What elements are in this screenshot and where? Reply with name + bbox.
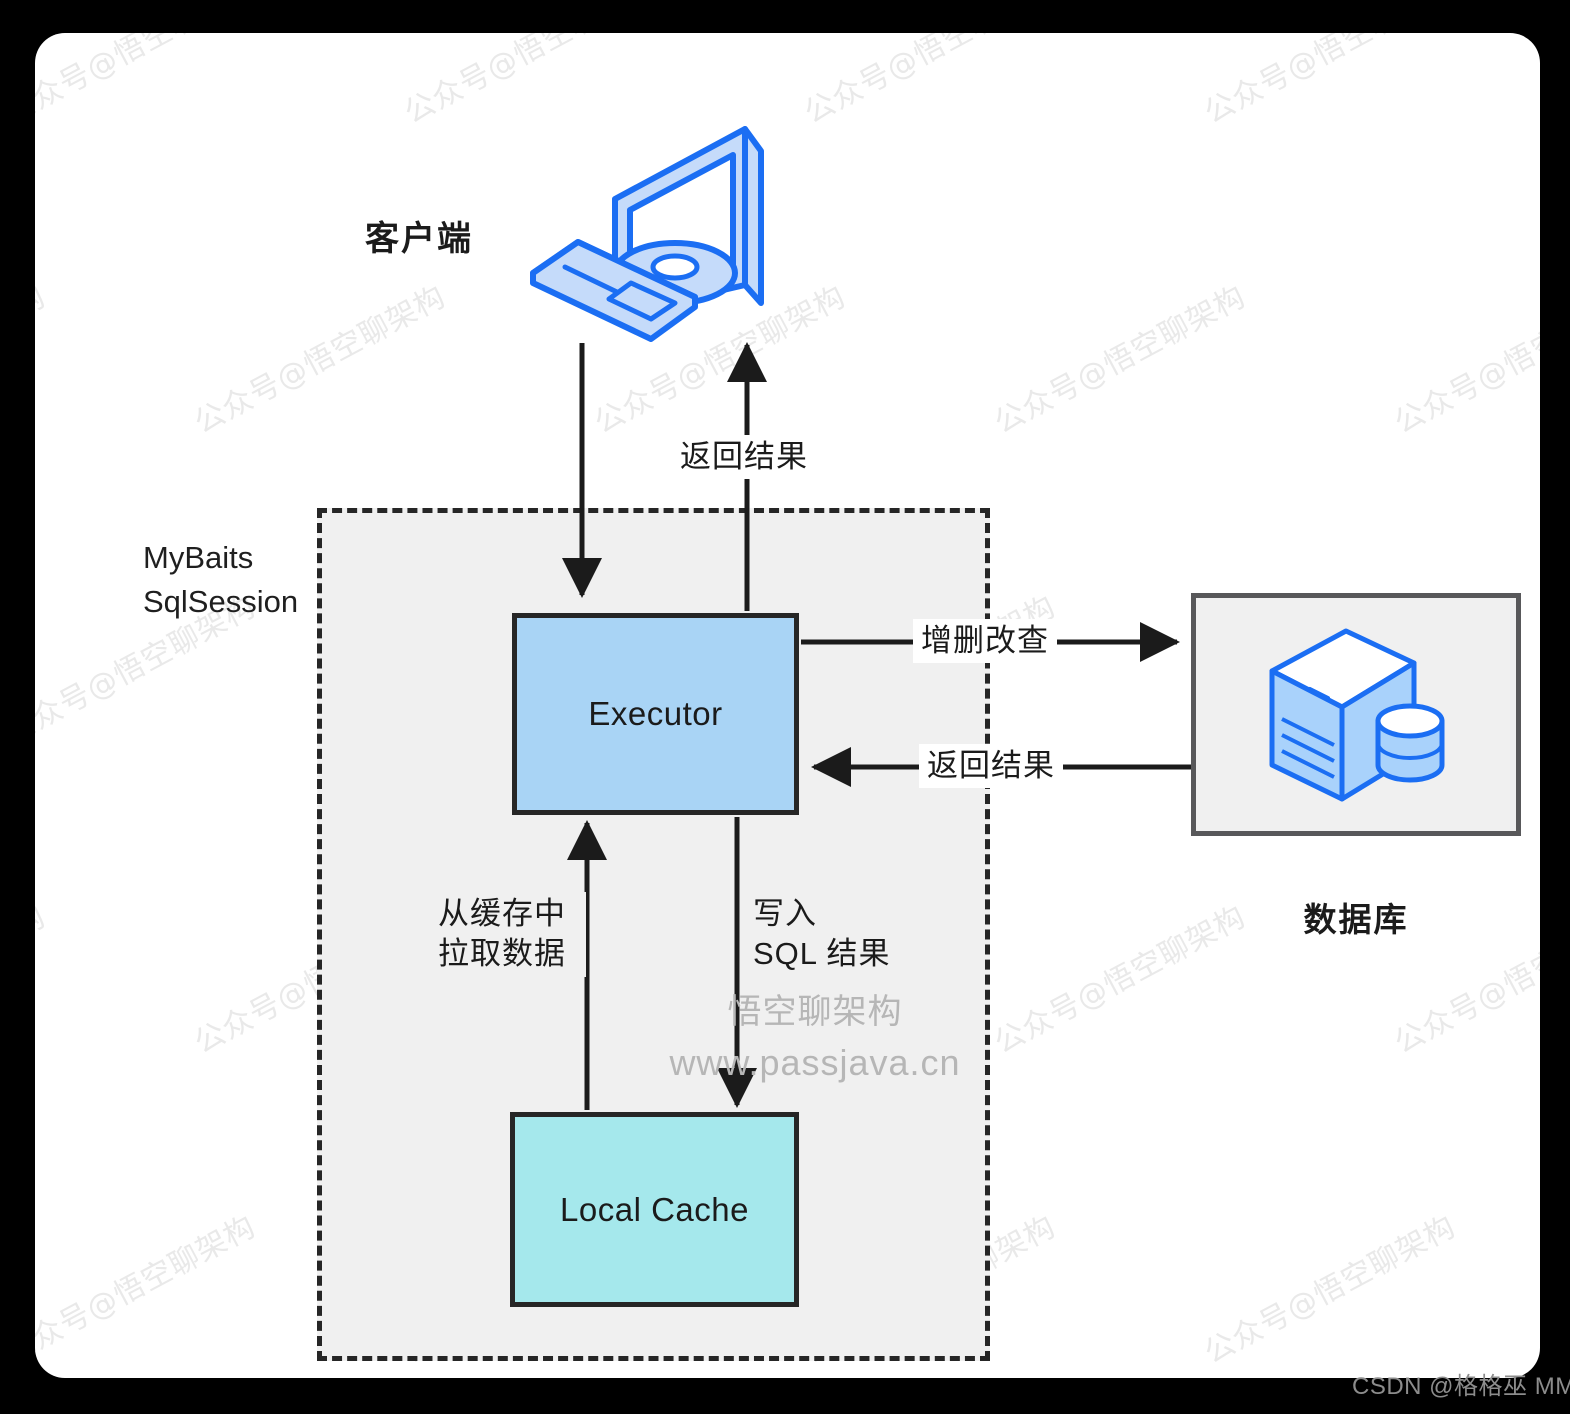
diagram-canvas: 公众号@悟空聊架构 公众号@悟空聊架构 公众号@悟空聊架构 公众号@悟空聊架构 公众号@…	[0, 0, 1570, 1414]
edge-label-write-sql-result: 写入 SQL 结果	[747, 892, 929, 977]
watermark-tile: 公众号@悟空聊架构	[35, 899, 52, 1061]
database-server-icon	[1269, 628, 1445, 802]
watermark-tile: 公众号@悟空聊架构	[1198, 33, 1462, 131]
database-box[interactable]	[1191, 593, 1521, 836]
watermark-tile: 公众号@悟空聊架构	[35, 1209, 262, 1371]
local-cache-label: Local Cache	[560, 1190, 749, 1228]
csdn-credit: CSDN @格格巫 MMQ!!	[1352, 1373, 1570, 1400]
desktop-computer-icon	[530, 126, 764, 342]
watermark-tile: 公众号@悟空聊架构	[1388, 279, 1540, 441]
executor-label: Executor	[588, 695, 723, 732]
database-label: 数据库	[1303, 901, 1409, 938]
watermark-tile: 公众号@悟空聊架构	[798, 33, 1062, 131]
watermark-tile: 公众号@悟空聊架构	[35, 279, 52, 441]
edge-label-crud: 增删改查	[913, 619, 1057, 664]
local-cache-node[interactable]: Local Cache	[510, 1112, 799, 1307]
edge-label-return-result-client: 返回结果	[672, 435, 816, 480]
sqlsession-label: MyBaits SqlSession	[143, 536, 323, 624]
watermark-tile: 公众号@悟空聊架构	[35, 33, 262, 131]
diagram-card: 公众号@悟空聊架构 公众号@悟空聊架构 公众号@悟空聊架构 公众号@悟空聊架构 公众号@…	[35, 33, 1540, 1378]
watermark-tile: 公众号@悟空聊架构	[1198, 1209, 1462, 1371]
sqlsession-label-line2: SqlSession	[143, 584, 299, 620]
watermark-tile: 公众号@悟空聊架构	[988, 279, 1252, 441]
sqlsession-label-line1: MyBaits	[143, 540, 254, 575]
executor-node[interactable]: Executor	[512, 613, 799, 815]
watermark-tile: 公众号@悟空聊架构	[188, 279, 452, 441]
edge-label-return-result-db: 返回结果	[919, 744, 1063, 789]
edge-label-pull-from-cache: 从缓存中 拉取数据	[418, 892, 586, 977]
client-label: 客户端	[365, 220, 473, 258]
